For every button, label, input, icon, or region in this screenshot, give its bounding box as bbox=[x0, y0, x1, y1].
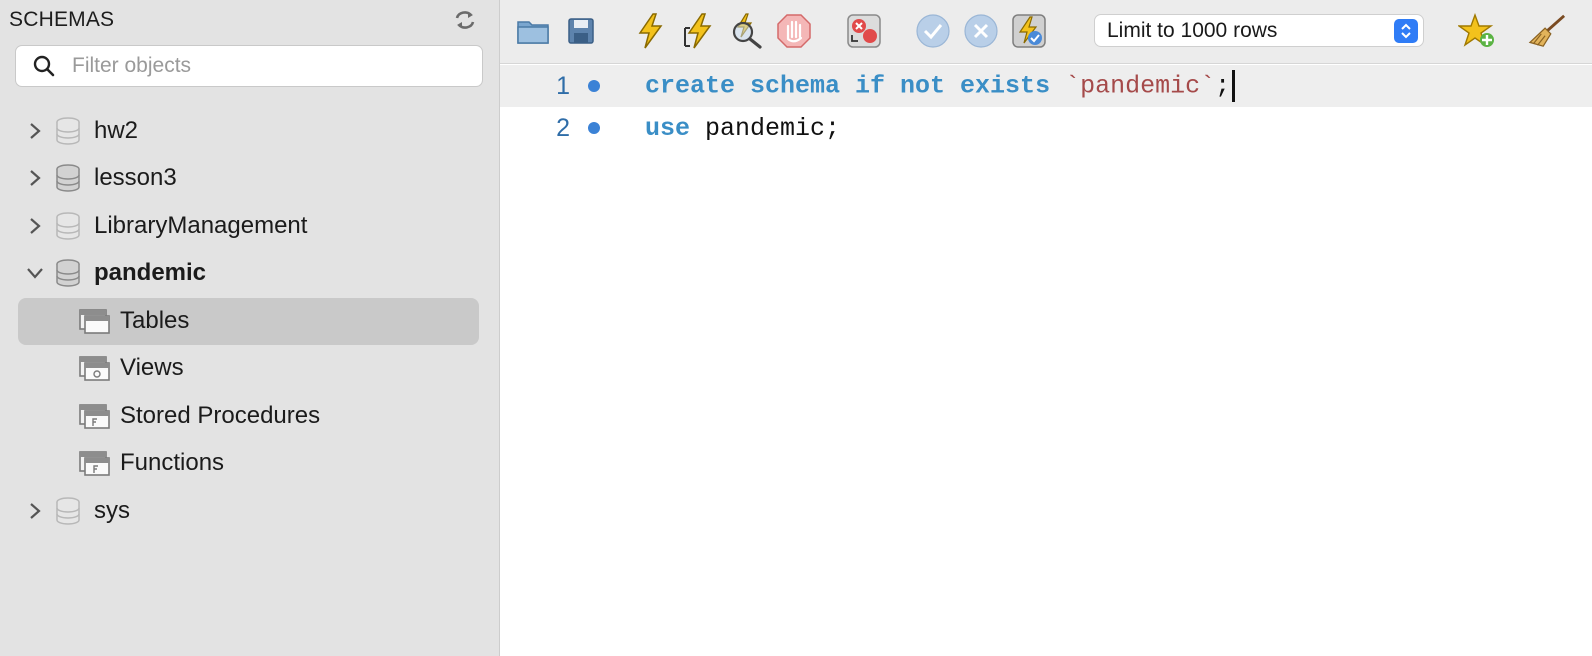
filter-box bbox=[15, 45, 483, 87]
database-icon bbox=[53, 495, 83, 527]
search-icon bbox=[30, 52, 58, 80]
open-file-icon[interactable] bbox=[514, 12, 552, 50]
tables-folder-icon bbox=[77, 306, 111, 336]
schema-label: pandemic bbox=[94, 259, 207, 287]
stored-procedures-folder-icon bbox=[77, 401, 111, 431]
limit-rows-value: Limit to 1000 rows bbox=[1107, 18, 1278, 42]
code-text: create schema if not exists `pandemic`; bbox=[645, 70, 1236, 102]
database-icon bbox=[53, 257, 83, 289]
schema-item-sys[interactable]: sys bbox=[0, 487, 499, 535]
tree-item-label: Tables bbox=[120, 306, 190, 334]
code-plain: pandemic; bbox=[690, 113, 841, 143]
line-number: 1 bbox=[556, 71, 570, 100]
statement-marker-icon bbox=[588, 122, 600, 134]
tree-item-label: Stored Procedures bbox=[120, 401, 321, 429]
sidebar-header: SCHEMAS bbox=[0, 0, 499, 40]
beautify-icon[interactable] bbox=[1528, 12, 1566, 50]
stop-icon[interactable] bbox=[775, 12, 813, 50]
schema-tree: hw2 lesson3 LibraryManagement pandemic T… bbox=[0, 107, 499, 535]
tree-item-tables[interactable]: Tables bbox=[0, 297, 499, 345]
tree-item-functions[interactable]: Functions bbox=[0, 440, 499, 488]
chevron-right-icon[interactable] bbox=[24, 500, 46, 522]
schemas-sidebar: SCHEMAS Filter objects hw2 lesson3 Libra… bbox=[0, 0, 500, 656]
sql-editor-area: Limit to 1000 rows 1 create schema if no… bbox=[500, 0, 1592, 656]
select-chevrons-icon bbox=[1394, 19, 1418, 43]
save-icon[interactable] bbox=[562, 12, 600, 50]
schema-item-lesson3[interactable]: lesson3 bbox=[0, 155, 499, 203]
views-folder-icon bbox=[77, 353, 111, 383]
editor-toolbar: Limit to 1000 rows bbox=[500, 0, 1592, 64]
schema-item-hw2[interactable]: hw2 bbox=[0, 107, 499, 155]
text-caret bbox=[1232, 70, 1236, 102]
tree-item-stored-procedures[interactable]: Stored Procedures bbox=[0, 392, 499, 440]
code-text: use pandemic; bbox=[645, 114, 840, 143]
schema-label: hw2 bbox=[94, 116, 139, 144]
autocommit-icon[interactable] bbox=[1010, 12, 1048, 50]
tree-item-label: Functions bbox=[120, 449, 225, 477]
schema-item-pandemic[interactable]: pandemic bbox=[0, 250, 499, 298]
schema-label: LibraryManagement bbox=[94, 211, 308, 239]
code-keyword: use bbox=[645, 113, 691, 143]
database-icon bbox=[53, 115, 83, 147]
tree-item-label: Views bbox=[120, 354, 184, 382]
rollback-icon[interactable] bbox=[962, 12, 1000, 50]
chevron-down-icon[interactable] bbox=[24, 262, 46, 284]
code-string: `pandemic` bbox=[1065, 71, 1216, 101]
limit-rows-select[interactable]: Limit to 1000 rows bbox=[1094, 14, 1424, 47]
code-keyword: create schema if not exists bbox=[645, 71, 1051, 101]
schema-label: sys bbox=[94, 496, 130, 524]
line-number: 2 bbox=[556, 113, 570, 142]
execute-icon[interactable] bbox=[631, 12, 669, 50]
execute-current-icon[interactable] bbox=[679, 12, 717, 50]
chevron-right-icon[interactable] bbox=[24, 120, 46, 142]
chevron-right-icon[interactable] bbox=[24, 167, 46, 189]
editor-line-2[interactable]: 2 use pandemic; bbox=[500, 107, 1592, 149]
commit-icon[interactable] bbox=[914, 12, 952, 50]
explain-icon[interactable] bbox=[727, 12, 765, 50]
chevron-right-icon[interactable] bbox=[24, 215, 46, 237]
code-plain: ; bbox=[1215, 71, 1231, 101]
functions-folder-icon bbox=[77, 448, 111, 478]
sidebar-title: SCHEMAS bbox=[9, 8, 115, 31]
filter-objects-input[interactable] bbox=[72, 54, 452, 78]
database-icon bbox=[53, 162, 83, 194]
statement-marker-icon bbox=[588, 80, 600, 92]
editor-line-1[interactable]: 1 create schema if not exists `pandemic`… bbox=[500, 65, 1592, 107]
schema-item-librarymanagement[interactable]: LibraryManagement bbox=[0, 202, 499, 250]
app-window: SCHEMAS Filter objects hw2 lesson3 Libra… bbox=[0, 0, 1592, 656]
schema-label: lesson3 bbox=[94, 164, 177, 192]
toggle-error-stop-icon[interactable] bbox=[845, 12, 883, 50]
database-icon bbox=[53, 210, 83, 242]
code-plain bbox=[1050, 72, 1065, 101]
add-snippet-icon[interactable] bbox=[1458, 12, 1496, 50]
sql-editor[interactable]: 1 create schema if not exists `pandemic`… bbox=[500, 65, 1592, 656]
tree-item-views[interactable]: Views bbox=[0, 345, 499, 393]
refresh-icon[interactable] bbox=[451, 6, 479, 34]
